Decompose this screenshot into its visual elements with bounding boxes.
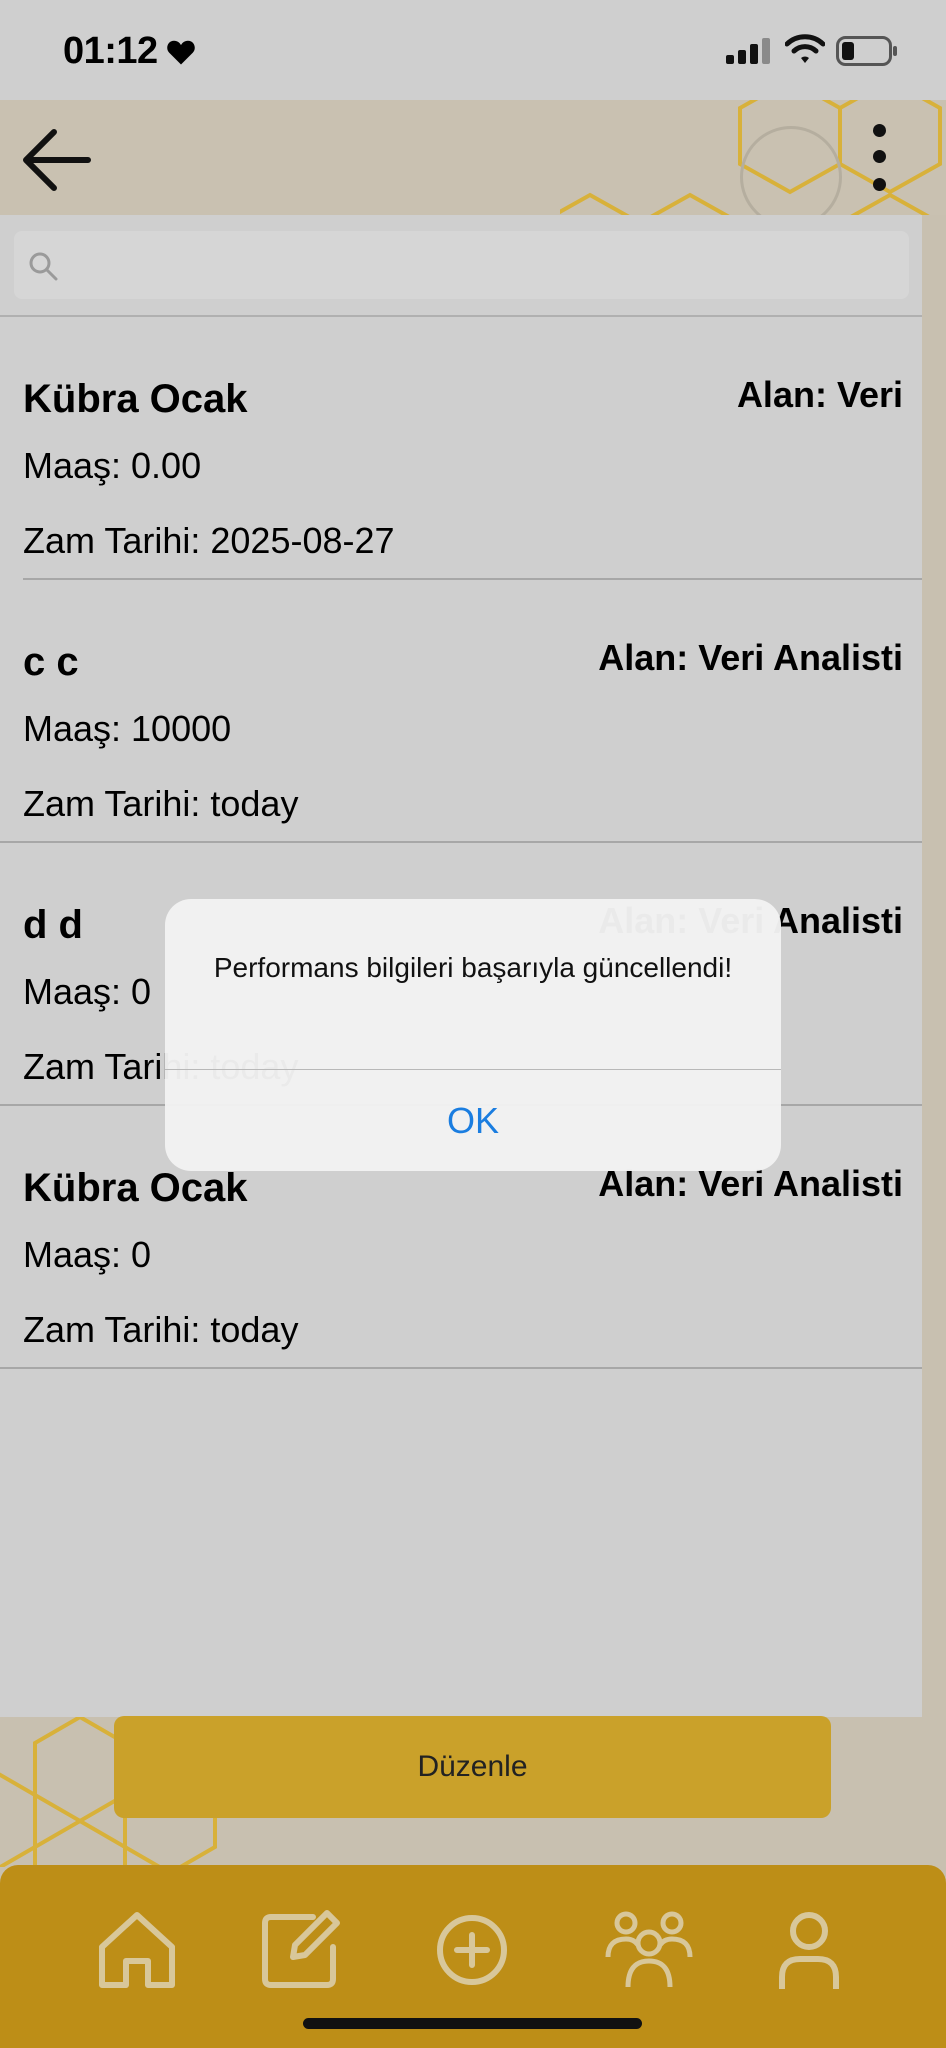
employee-raise-date: Zam Tarihi: today	[23, 783, 299, 824]
employee-salary: Maaş: 10000	[23, 708, 232, 749]
more-dot	[873, 124, 886, 137]
edit-button[interactable]: Düzenle	[114, 1716, 831, 1818]
status-bar: 01:12	[0, 0, 946, 100]
status-time: 01:12	[63, 30, 158, 72]
employee-raise-date: Zam Tarihi: 2025-08-27	[23, 520, 395, 561]
employee-name: Kübra Ocak	[23, 377, 248, 421]
employee-salary: Maaş: 0.00	[23, 445, 202, 486]
search-input[interactable]	[70, 231, 890, 299]
home-icon[interactable]	[92, 1905, 182, 1995]
wifi-icon	[785, 34, 825, 63]
employee-raise-date: Zam Tarihi: today	[23, 1309, 299, 1350]
signal-icon	[726, 38, 770, 64]
employee-salary: Maaş: 0	[23, 971, 152, 1012]
more-dot	[873, 178, 886, 191]
edit-icon[interactable]	[255, 1905, 345, 1995]
employee-area: Alan: Veri Analisti	[598, 637, 903, 678]
battery-icon	[836, 36, 897, 66]
heart-icon	[167, 40, 195, 65]
employee-list: Kübra Ocak Alan: Veri Maaş: 0.00 Zam Tar…	[0, 317, 922, 1369]
employee-name: c c	[23, 640, 79, 684]
employee-name: Kübra Ocak	[23, 1166, 248, 1210]
employee-salary: Maaş: 0	[23, 1234, 152, 1275]
list-item[interactable]: Kübra Ocak Alan: Veri Maaş: 0.00 Zam Tar…	[23, 317, 922, 580]
team-icon[interactable]	[604, 1905, 694, 1995]
ok-button[interactable]: OK	[165, 1070, 781, 1171]
user-icon[interactable]	[764, 1905, 854, 1995]
back-button[interactable]	[18, 124, 94, 196]
add-circle-icon[interactable]	[427, 1905, 517, 1995]
search-bar[interactable]	[14, 231, 909, 299]
more-dot	[873, 150, 886, 163]
alert-dialog: Performans bilgileri başarıyla güncellen…	[165, 899, 781, 1171]
more-options-button[interactable]	[860, 122, 900, 202]
alert-message: Performans bilgileri başarıyla güncellen…	[213, 952, 733, 983]
list-item[interactable]: c c Alan: Veri Analisti Maaş: 10000 Zam …	[0, 580, 922, 843]
header	[0, 100, 946, 215]
home-indicator	[303, 2018, 642, 2029]
employee-area: Alan: Veri	[736, 374, 903, 415]
employee-name: d d	[23, 903, 83, 947]
search-icon	[29, 252, 58, 281]
